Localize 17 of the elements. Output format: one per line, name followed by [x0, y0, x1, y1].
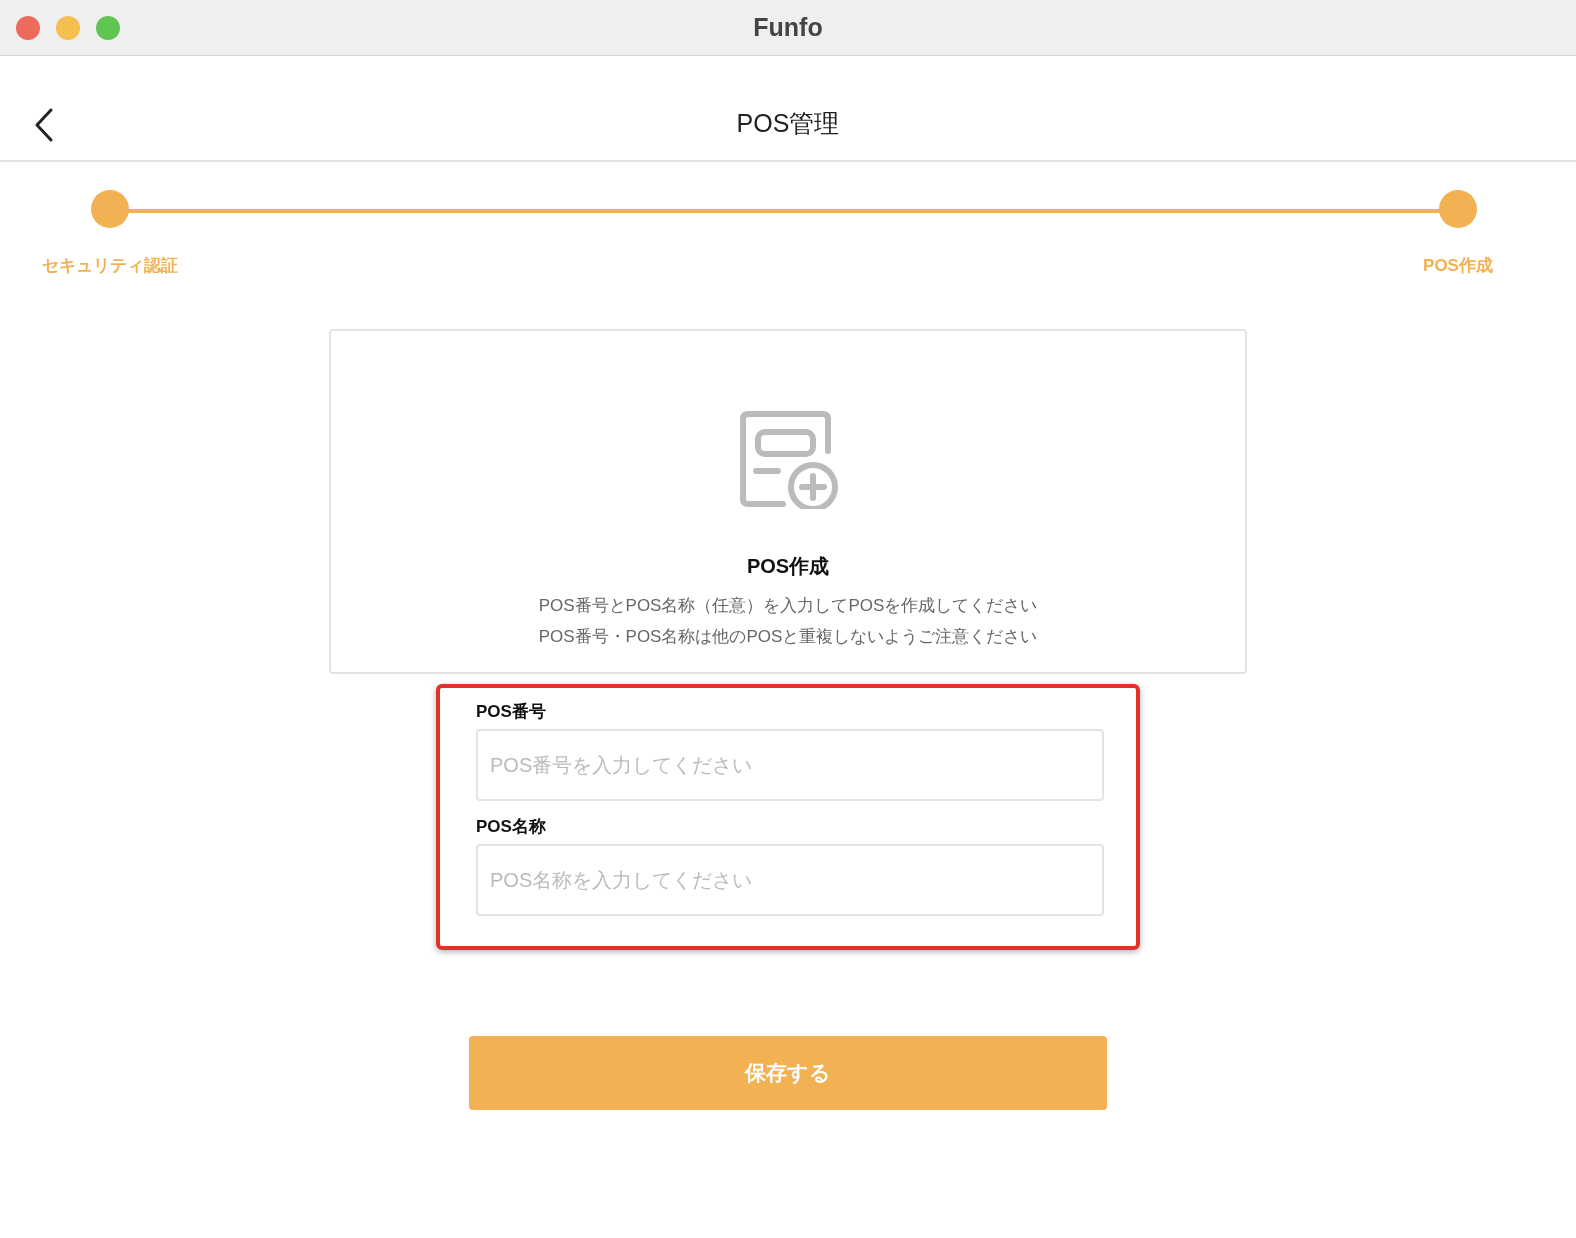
step-label: セキュリティ認証	[42, 255, 178, 277]
close-button[interactable]	[16, 16, 40, 40]
form-add-icon	[738, 409, 838, 509]
zoom-button[interactable]	[96, 16, 120, 40]
minimize-button[interactable]	[56, 16, 80, 40]
window-title: Funfo	[753, 13, 823, 42]
save-button[interactable]: 保存する	[469, 1036, 1107, 1110]
card-title: POS作成	[746, 554, 830, 579]
field-label: POS番号	[476, 701, 547, 723]
instruction-text: POS番号とPOS名称（任意）を入力してPOSを作成してください	[538, 595, 1038, 617]
field-label: POS名称	[476, 816, 547, 838]
input-field[interactable]: POS名称を入力してください	[476, 844, 1104, 916]
page-title: POS管理	[736, 107, 840, 139]
back-icon[interactable]	[34, 108, 54, 142]
input-field[interactable]: POS番号を入力してください	[476, 729, 1104, 801]
step-label: POS作成	[1423, 255, 1493, 277]
instruction-text: POS番号・POS名称は他のPOSと重複しないようご注意ください	[538, 626, 1038, 648]
